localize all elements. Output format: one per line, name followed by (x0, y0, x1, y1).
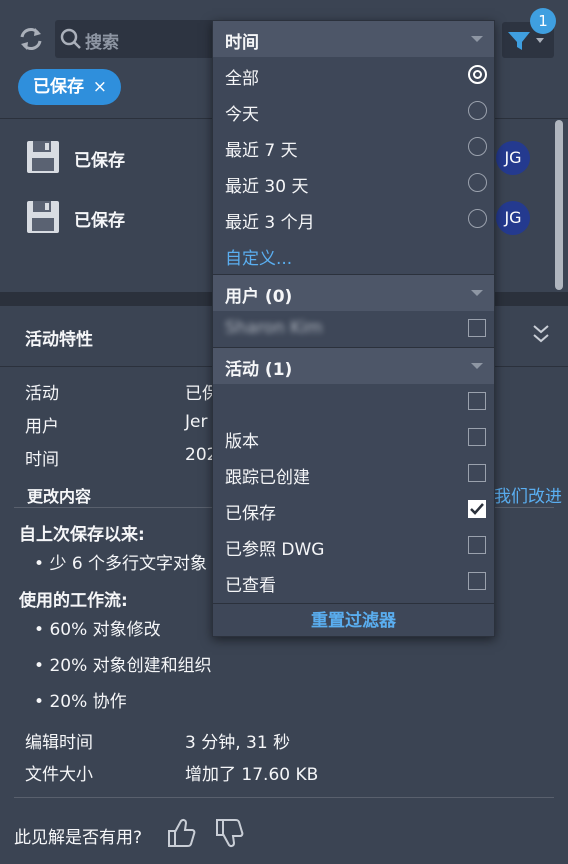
activity-option-label: 跟踪已创建 (225, 468, 310, 488)
list-scrollbar[interactable] (555, 120, 563, 290)
radio-selected[interactable] (468, 65, 487, 84)
list-item-label: 已保存 (74, 211, 125, 231)
reset-filters-button[interactable]: 重置过滤器 (213, 603, 494, 637)
collapse-chevron-icon[interactable] (530, 322, 552, 346)
time-option-today[interactable]: 今天 (213, 93, 494, 129)
filter-count-badge: 1 (530, 8, 556, 34)
checkbox-checked[interactable] (468, 500, 486, 518)
list-item-label: 已保存 (74, 151, 125, 171)
thumbs-up-icon[interactable] (166, 816, 196, 850)
workflows-title: 使用的工作流: (19, 591, 128, 611)
radio[interactable] (468, 209, 487, 228)
edit-time-label: 编辑时间 (25, 733, 93, 753)
time-option-3months[interactable]: 最近 3 个月 (213, 201, 494, 237)
activity-option-label: 已保存 (225, 504, 276, 524)
workflow-item: • 20% 对象创建和组织 (34, 656, 212, 676)
checkmark-icon (470, 503, 484, 515)
activity-option-tracking[interactable]: 跟踪已创建 (213, 456, 494, 492)
activity-option-label: 已参照 DWG (225, 540, 325, 560)
user-section-title: 用户 (0) (225, 287, 293, 307)
activity-option-saved[interactable]: 已保存 (213, 492, 494, 528)
checkbox[interactable] (468, 392, 486, 410)
checkbox[interactable] (468, 464, 486, 482)
feedback-question: 此见解是否有用? (14, 828, 143, 848)
avatar: JG (496, 201, 530, 235)
time-option-label: 最近 3 个月 (225, 213, 315, 233)
time-section-title: 时间 (225, 33, 259, 53)
prop-key-activity: 活动 (25, 384, 59, 404)
prop-key-time: 时间 (25, 450, 59, 470)
properties-title: 活动特性 (25, 330, 93, 350)
time-option-7days[interactable]: 最近 7 天 (213, 129, 494, 165)
activity-option[interactable] (213, 384, 494, 420)
activity-section-header[interactable]: 活动 (1) (213, 348, 494, 384)
since-save-title: 自上次保存以来: (19, 525, 145, 545)
radio[interactable] (468, 101, 487, 120)
checkbox[interactable] (468, 536, 486, 554)
search-input[interactable]: 搜索 (55, 20, 215, 58)
chip-close-icon[interactable]: × (93, 69, 107, 105)
workflow-item: • 60% 对象修改 (34, 620, 161, 640)
save-icon (27, 141, 59, 173)
time-option-30days[interactable]: 最近 30 天 (213, 165, 494, 201)
radio[interactable] (468, 173, 487, 192)
activity-section-title: 活动 (1) (225, 360, 293, 380)
since-save-item: • 少 6 个多行文字对象 (34, 554, 208, 574)
time-option-label: 最近 7 天 (225, 141, 298, 161)
filter-chip-saved[interactable]: 已保存 × (18, 69, 121, 105)
workflow-item: • 20% 协作 (34, 692, 127, 712)
time-section-header[interactable]: 时间 (213, 21, 494, 57)
user-option[interactable]: Sharon Kim (213, 311, 494, 347)
file-size-label: 文件大小 (25, 765, 93, 785)
time-option-label: 今天 (225, 105, 259, 125)
feedback-link[interactable]: 我们改进 (494, 482, 562, 507)
activity-option-label: 版本 (225, 432, 259, 452)
filter-dropdown: 时间 全部 今天 最近 7 天 最近 30 天 最近 3 个月 自定义... 用… (212, 20, 495, 637)
custom-range-link[interactable]: 自定义... (213, 237, 494, 273)
activity-option-xref[interactable]: 已参照 DWG (213, 528, 494, 564)
checkbox[interactable] (468, 572, 486, 590)
collapse-triangle-icon (471, 290, 483, 296)
file-size-value: 增加了 17.60 KB (185, 765, 319, 785)
radio[interactable] (468, 137, 487, 156)
checkbox[interactable] (468, 319, 486, 337)
checkbox[interactable] (468, 428, 486, 446)
custom-link-label[interactable]: 自定义... (225, 244, 292, 269)
avatar: JG (496, 141, 530, 175)
collapse-triangle-icon (471, 363, 483, 369)
thumbs-down-icon[interactable] (214, 816, 244, 850)
save-icon (27, 201, 59, 233)
time-option-label: 全部 (225, 69, 259, 89)
search-placeholder: 搜索 (85, 33, 119, 53)
collapse-triangle-icon (471, 36, 483, 42)
edit-time-value: 3 分钟, 31 秒 (185, 733, 291, 753)
prop-value-user: Jer (185, 412, 208, 432)
search-icon (60, 28, 81, 49)
prop-key-user: 用户 (25, 417, 59, 437)
divider (14, 797, 554, 798)
activity-option-label: 已查看 (225, 576, 276, 596)
activity-option-viewed[interactable]: 已查看 (213, 564, 494, 600)
user-option-label: Sharon Kim (225, 318, 323, 338)
filter-chip-label: 已保存 (33, 77, 84, 97)
refresh-icon[interactable] (16, 24, 46, 54)
changes-heading: 更改内容 (27, 487, 92, 506)
time-option-all[interactable]: 全部 (213, 57, 494, 93)
time-option-label: 最近 30 天 (225, 177, 309, 197)
activity-option-version[interactable]: 版本 (213, 420, 494, 456)
user-section-header[interactable]: 用户 (0) (213, 275, 494, 311)
